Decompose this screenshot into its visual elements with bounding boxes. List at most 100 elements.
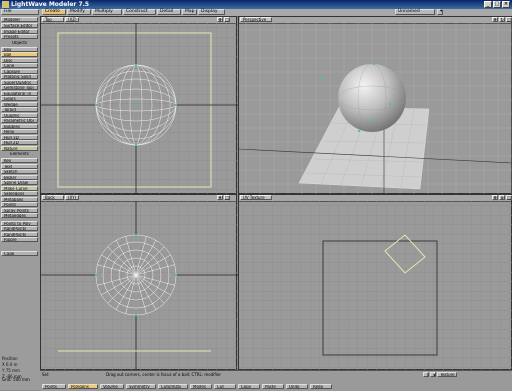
mode-button-undo[interactable]: Undo — [286, 384, 308, 389]
move-view-icon[interactable]: ✥ — [217, 195, 223, 200]
tool-ripple[interactable]: Ripple — [1, 237, 38, 242]
tool-gears[interactable]: Gears — [1, 96, 38, 101]
tool-points-to-poly[interactable]: Points to Poly — [1, 220, 38, 226]
render-mode-select[interactable]: (XY) — [65, 195, 79, 200]
perspective-canvas[interactable] — [239, 23, 512, 195]
view-select[interactable]: Top — [42, 17, 64, 22]
mode-button-points[interactable]: Points — [42, 384, 66, 389]
tool-disc[interactable]: Disc — [1, 57, 38, 63]
texture-prev-icon[interactable]: ◂ — [430, 372, 436, 377]
tool-platonic-solid[interactable]: Platonic Solid — [1, 74, 38, 79]
mode-button-redo[interactable]: Redo — [310, 384, 332, 389]
tool-sidebar: Modeler Surface Editor Image Editor Preset… — [0, 16, 41, 390]
tool-hull-3d[interactable]: Hull 3D — [1, 134, 38, 140]
sidebar-button-image-editor[interactable]: Image Editor — [1, 28, 38, 34]
viewport-uv[interactable]: UV Texture ✥ ⊕ □ — [238, 194, 512, 371]
status-bar: Sel: Drag out corners, center is focus o… — [40, 370, 512, 391]
maximize-view-icon[interactable]: □ — [224, 17, 230, 22]
maximize-view-icon[interactable]: □ — [506, 17, 512, 22]
mode-button-cutomobj[interactable]: CutomObj — [158, 384, 188, 389]
tool-toroid[interactable]: Toroid — [1, 107, 38, 112]
mode-button-copy[interactable]: Copy — [238, 384, 260, 389]
window-title: LightWave Modeler 7.5 — [11, 1, 90, 8]
position-label: Position — [2, 356, 18, 361]
top-view-canvas[interactable] — [41, 23, 238, 195]
tool-points[interactable]: Points — [1, 202, 38, 207]
mode-button-volume[interactable]: Volume — [100, 384, 124, 389]
tab-multiply[interactable]: Multiply — [92, 9, 122, 15]
nature-dropdown[interactable]: Nature — [1, 145, 38, 151]
minimize-button[interactable]: _ — [484, 1, 492, 8]
tool-superquadric[interactable]: SuperQuadric — [1, 79, 38, 85]
position-y: Y 75 mm — [2, 368, 20, 373]
tool-bezier[interactable]: Bezier — [1, 174, 38, 180]
tool-randpoints[interactable]: RandPoints — [1, 226, 38, 231]
view-select[interactable]: Perspective — [240, 17, 272, 22]
tool-quadric[interactable]: Quadric — [1, 112, 38, 118]
maximize-button[interactable]: □ — [493, 1, 501, 8]
mode-button-polygons[interactable]: Polygons — [68, 384, 98, 389]
tool-wedge[interactable]: Wedge — [1, 101, 38, 107]
mode-button-paste[interactable]: Paste — [262, 384, 284, 389]
tool-ball[interactable]: Ball — [1, 52, 38, 57]
tool-spline-draw[interactable]: Spline Draw — [1, 180, 38, 185]
close-button[interactable]: × — [502, 1, 510, 8]
file-menu[interactable]: File — [1, 9, 39, 15]
tool-hull-2d[interactable]: Hull 2D — [1, 140, 38, 145]
tab-display[interactable]: Display — [198, 9, 225, 15]
tool-cone[interactable]: Cone — [1, 63, 38, 68]
tool-bubbles[interactable]: Bubbles — [1, 123, 38, 129]
tool-parametric-obj[interactable]: Parametric Obj — [1, 118, 38, 123]
zoom-view-icon[interactable]: ⊕ — [499, 195, 505, 200]
elements-header: Elements — [10, 152, 29, 156]
tool-gemstone-tool[interactable]: Gemstone Tool — [1, 85, 38, 90]
tab-modify[interactable]: Modify — [67, 9, 91, 15]
tool-helix[interactable]: Helix — [1, 129, 38, 134]
object-dropdown[interactable]: Unnamed — [395, 9, 435, 15]
back-view-canvas[interactable] — [41, 201, 238, 371]
tool-cage[interactable]: Cage — [1, 250, 38, 256]
viewport-back[interactable]: Back (XY) ✥ □ — [40, 194, 238, 371]
viewport-perspective[interactable]: Perspective ✥ ↻ □ — [238, 16, 512, 195]
view-select[interactable]: UV Texture — [240, 195, 272, 200]
objects-header: Objects — [11, 40, 28, 45]
tool-randpoints[interactable]: RandPoints — [1, 231, 38, 237]
tool-skelegons[interactable]: Skelegons — [1, 191, 38, 196]
status-message: Drag out corners, center is focus of a b… — [106, 372, 222, 377]
sidebar-button-surface-editor[interactable]: Surface Editor — [1, 23, 38, 28]
tab-map[interactable]: Map — [182, 9, 197, 15]
tab-create[interactable]: Create — [42, 9, 66, 15]
maximize-view-icon[interactable]: □ — [224, 195, 230, 200]
tab-detail[interactable]: Detail — [157, 9, 181, 15]
maximize-view-icon[interactable]: □ — [506, 195, 512, 200]
viewport-top[interactable]: Top (XZ) ✥ □ — [40, 16, 238, 195]
app-icon — [2, 1, 9, 8]
rotate-view-icon[interactable]: ↻ — [499, 17, 505, 22]
tool-metaedges[interactable]: Metaedges — [1, 213, 38, 218]
move-view-icon[interactable]: ✥ — [492, 17, 498, 22]
tool-spray-points[interactable]: Spray Points — [1, 207, 38, 213]
make-curve-dropdown[interactable]: Make Curve — [1, 185, 38, 191]
uv-canvas[interactable] — [239, 201, 512, 371]
position-x: X 6.0 m — [2, 362, 18, 367]
tool-equilateral-tri[interactable]: Equilateral Tri — [1, 90, 38, 96]
texture-mode-button[interactable]: T — [423, 372, 429, 377]
object-dropdown-arrow-icon[interactable]: ▾ — [437, 9, 443, 15]
tool-capsule[interactable]: Capsule — [1, 68, 38, 74]
view-select[interactable]: Back — [42, 195, 64, 200]
mode-button-modes[interactable]: Modes — [190, 384, 212, 389]
tool-key[interactable]: Key — [1, 158, 38, 163]
texture-select[interactable]: Texture — [437, 372, 457, 377]
tab-construct[interactable]: Construct — [123, 9, 156, 15]
render-mode-select[interactable]: (XZ) — [65, 17, 79, 22]
tool-box[interactable]: Box — [1, 46, 38, 52]
move-view-icon[interactable]: ✥ — [217, 17, 223, 22]
tool-text[interactable]: Text — [1, 163, 38, 169]
mode-button-symmetry[interactable]: Symmetry — [126, 384, 156, 389]
sidebar-button-presets[interactable]: Presets — [1, 34, 38, 39]
tool-sketch[interactable]: Sketch — [1, 169, 38, 174]
modeler-menu-button[interactable]: Modeler — [1, 17, 38, 22]
tool-metaballs[interactable]: Metaballs — [1, 196, 38, 202]
mode-button-cut[interactable]: Cut — [214, 384, 236, 389]
move-view-icon[interactable]: ✥ — [492, 195, 498, 200]
